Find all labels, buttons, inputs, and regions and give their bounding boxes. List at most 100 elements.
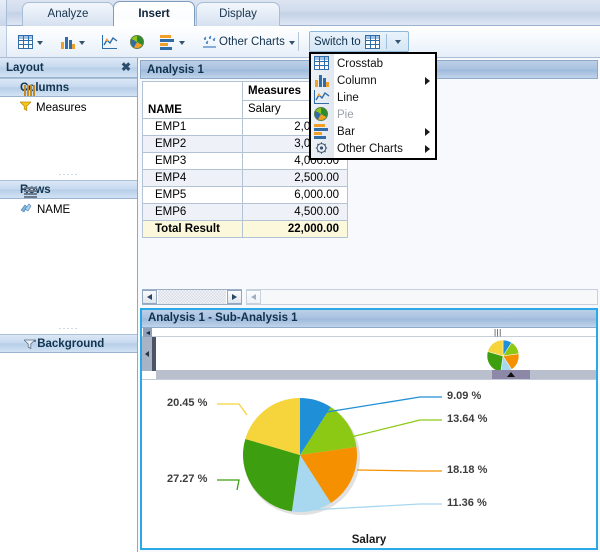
- tab-analyze[interactable]: Analyze: [22, 2, 114, 26]
- chevron-down-icon[interactable]: [37, 40, 43, 45]
- crosstab-icon: [314, 56, 329, 70]
- chevron-down-icon[interactable]: [179, 40, 185, 45]
- chevron-down-icon[interactable]: [288, 40, 295, 45]
- other-charts-icon: [202, 35, 217, 49]
- menu-item-label: Bar: [337, 125, 355, 138]
- menu-item-line[interactable]: Line: [311, 89, 435, 106]
- pie-leader-line-1: [346, 419, 442, 439]
- insert-bar-chart-button[interactable]: [158, 29, 190, 54]
- scroll-right-button[interactable]: [227, 290, 242, 304]
- scroll-left-button-secondary[interactable]: [246, 290, 261, 304]
- panel-grip-rows[interactable]: ·····: [0, 324, 137, 334]
- crosstab-row-header-label: NAME: [148, 104, 182, 116]
- tab-insert[interactable]: Insert: [113, 1, 195, 26]
- menu-item-label: Other Charts: [337, 142, 403, 155]
- bar-chart-icon: [160, 34, 175, 50]
- table-row-total[interactable]: Total Result 22,000.00: [142, 220, 348, 238]
- cell-row-name: EMP2: [142, 135, 243, 153]
- cell-row-name: EMP1: [142, 118, 243, 136]
- background-filter-icon: [23, 339, 41, 353]
- switch-to-label: Switch to: [314, 35, 361, 48]
- cell-row-name: EMP3: [142, 152, 243, 170]
- scroll-left-button[interactable]: [142, 290, 157, 304]
- insert-pie-chart-button[interactable]: [128, 29, 146, 54]
- section-header-columns[interactable]: Columns: [0, 78, 137, 97]
- line-chart-icon: [314, 90, 330, 104]
- slice-label-5: 20.45 %: [167, 397, 208, 409]
- overview-pie-thumbnail[interactable]: [486, 339, 520, 373]
- close-icon[interactable]: ✖: [121, 61, 131, 74]
- field-label-name: NAME: [37, 204, 71, 216]
- sub-analysis-title: Analysis 1 - Sub-Analysis 1: [148, 312, 298, 324]
- cell-row-value: 4,500.00: [242, 203, 348, 221]
- overview-corner-handle[interactable]: [143, 328, 152, 337]
- section-title-background: Background: [37, 338, 105, 350]
- pie-leader-line-0: [326, 396, 442, 413]
- total-result-value: 22,000.00: [242, 220, 348, 238]
- chevron-left-icon: [147, 294, 152, 300]
- crosstab-icon: [364, 34, 380, 49]
- switch-to-button[interactable]: Switch to: [309, 31, 409, 52]
- insert-crosstab-button[interactable]: [16, 29, 48, 54]
- pie-chart[interactable]: 9.09 % 13.64 % 18.18 % 11.36 % 27.27 % 2…: [142, 380, 596, 548]
- tab-display[interactable]: Display: [196, 2, 280, 26]
- column-chart-icon: [60, 35, 75, 49]
- overview-bottom-scrollbar[interactable]: [156, 370, 596, 379]
- dimension-icon: [20, 203, 32, 217]
- slice-label-4: 27.27 %: [167, 473, 208, 485]
- chevron-left-icon: [145, 351, 149, 357]
- total-result-label: Total Result: [142, 220, 243, 238]
- chevron-right-icon: [232, 294, 237, 300]
- measures-filter-icon: [19, 101, 32, 114]
- table-row[interactable]: EMP4 2,500.00: [142, 169, 348, 187]
- submenu-arrow-icon: [425, 77, 430, 85]
- cell-row-value: 6,000.00: [242, 186, 348, 204]
- slice-label-3: 11.36 %: [447, 497, 487, 509]
- overview-left-scroll[interactable]: [142, 337, 152, 371]
- menu-item-bar[interactable]: Bar: [311, 123, 435, 140]
- layout-panel-header: Layout ✖: [0, 58, 137, 78]
- menu-item-crosstab[interactable]: Crosstab: [311, 55, 435, 72]
- table-row[interactable]: EMP5 6,000.00: [142, 186, 348, 204]
- background-field-list: [0, 353, 137, 463]
- cell-row-name: EMP5: [142, 186, 243, 204]
- analysis-title: Analysis 1: [147, 64, 204, 76]
- panel-grip-columns[interactable]: ·····: [0, 170, 137, 180]
- button-separator: [385, 34, 387, 49]
- field-name[interactable]: NAME: [0, 199, 137, 219]
- layout-panel: Layout ✖ Columns Measures ····· Rows: [0, 58, 138, 552]
- slice-label-2: 18.18 %: [447, 464, 488, 476]
- menu-item-label: Line: [337, 91, 359, 104]
- insert-column-chart-button[interactable]: [58, 29, 90, 54]
- line-chart-icon: [102, 34, 118, 49]
- scrollbar-track[interactable]: [158, 290, 226, 304]
- chevron-up-icon: [507, 372, 515, 377]
- column-chart-icon: [314, 73, 329, 87]
- menu-item-column[interactable]: Column: [311, 72, 435, 89]
- toolbar-separator: [298, 32, 299, 51]
- cell-row-value: 2,500.00: [242, 169, 348, 187]
- chevron-left-icon: [251, 294, 256, 300]
- chart-overview-strip: |||: [142, 328, 596, 380]
- secondary-horizontal-scrollbar[interactable]: [246, 289, 598, 305]
- field-measures[interactable]: Measures: [0, 97, 137, 116]
- menu-item-label: Pie: [337, 108, 354, 121]
- chevron-down-icon[interactable]: [394, 39, 401, 44]
- submenu-arrow-icon: [425, 128, 430, 136]
- menu-item-label: Crosstab: [337, 57, 384, 70]
- table-row[interactable]: EMP6 4,500.00: [142, 203, 348, 221]
- overview-scroll-thumb[interactable]: [492, 370, 530, 379]
- menu-item-other-charts[interactable]: Other Charts: [311, 140, 435, 157]
- crosstab-horizontal-scrollbar[interactable]: [142, 289, 242, 305]
- slice-label-1: 13.64 %: [447, 413, 488, 425]
- cell-row-name: EMP4: [142, 169, 243, 187]
- cell-row-name: EMP6: [142, 203, 243, 221]
- overview-left-handle[interactable]: [152, 337, 156, 371]
- chevron-down-icon[interactable]: [79, 40, 85, 45]
- section-header-rows[interactable]: Rows: [0, 180, 137, 199]
- sub-analysis-title-bar[interactable]: Analysis 1 - Sub-Analysis 1: [142, 310, 596, 328]
- rows-field-list: NAME: [0, 199, 137, 325]
- insert-other-charts-button[interactable]: Other Charts: [200, 29, 300, 54]
- insert-line-chart-button[interactable]: [100, 29, 119, 54]
- section-header-background[interactable]: Background: [0, 334, 137, 353]
